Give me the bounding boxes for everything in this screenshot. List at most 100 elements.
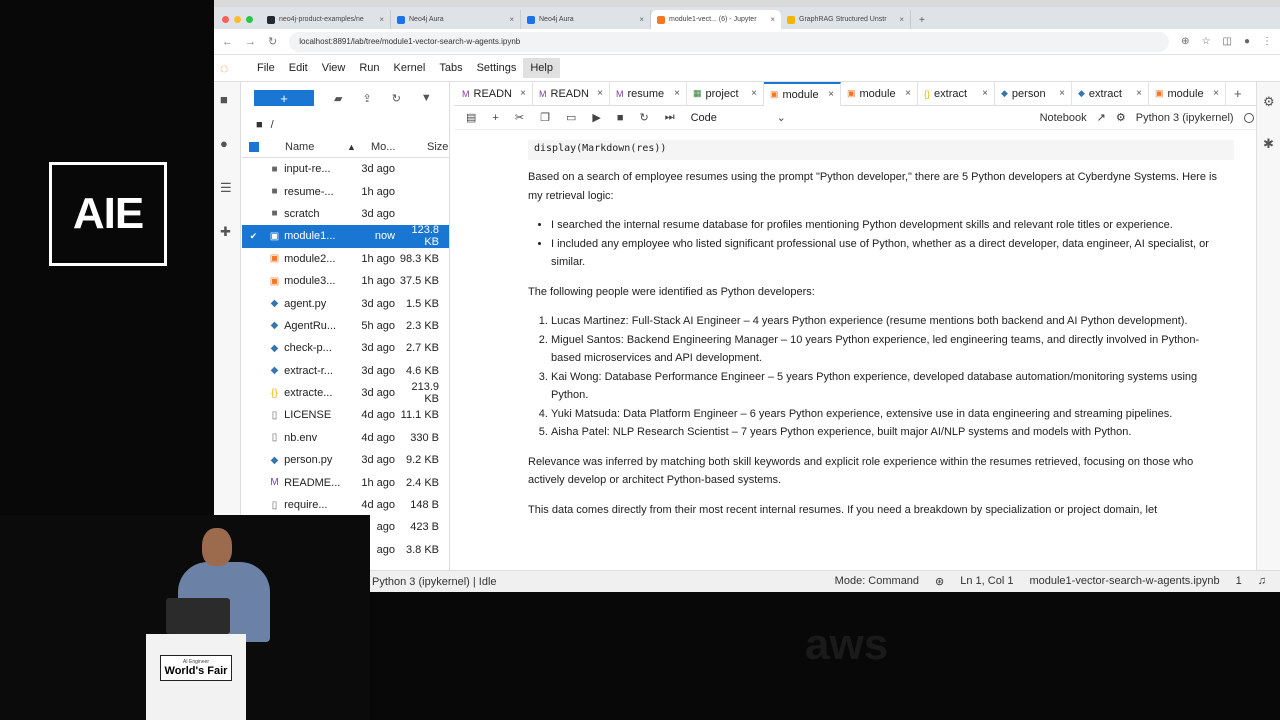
close-tab-icon[interactable]: ×	[1213, 88, 1219, 99]
cell-type-select[interactable]: Code	[691, 112, 761, 124]
close-window-icon[interactable]	[222, 16, 229, 23]
close-tab-icon[interactable]: ×	[639, 15, 644, 24]
running-kernels-icon[interactable]: ●	[220, 136, 228, 151]
bookmark-star-icon[interactable]: ☆	[1202, 36, 1211, 47]
close-tab-icon[interactable]: ×	[905, 88, 911, 99]
file-row[interactable]: ◆ AgentRu... 5h ago 2.3 KB	[242, 315, 449, 337]
property-inspector-icon[interactable]: ⚙	[1263, 94, 1275, 110]
menu-tabs[interactable]: Tabs	[432, 58, 469, 78]
new-launcher-button[interactable]: +	[254, 90, 314, 106]
notebook-label[interactable]: Notebook	[1040, 112, 1087, 124]
sort-ascending-icon[interactable]: ▲	[347, 142, 371, 152]
browser-tab[interactable]: Neo4j Aura ×	[391, 10, 521, 29]
restart-icon[interactable]: ↻	[639, 111, 648, 124]
home-folder-icon[interactable]: ■	[256, 119, 263, 131]
kernel-name[interactable]: Python 3 (ipykernel)	[1136, 112, 1234, 124]
row-checkbox[interactable]: ✔	[242, 231, 265, 242]
menu-kernel[interactable]: Kernel	[387, 58, 433, 78]
browser-tab[interactable]: neo4j-product-examples/ne ×	[261, 10, 391, 29]
file-row[interactable]: ▯ nb.env 4d ago 330 B	[242, 427, 449, 449]
document-tab[interactable]: ◆ person ×	[995, 81, 1072, 106]
new-launcher-icon[interactable]: +	[1226, 86, 1250, 101]
zoom-icon[interactable]: ⊕	[1181, 36, 1189, 47]
menu-help[interactable]: Help	[523, 58, 560, 78]
table-of-contents-icon[interactable]: ☰	[220, 180, 232, 196]
forward-icon[interactable]: →	[245, 36, 256, 48]
url-input[interactable]	[289, 31, 1170, 52]
modified-column-header[interactable]: Mo...	[371, 141, 427, 153]
extensions-puzzle-icon[interactable]: ✚	[220, 224, 231, 240]
code-cell[interactable]: display(Markdown(res))	[528, 140, 1234, 160]
document-tab[interactable]: M READN ×	[456, 81, 533, 106]
file-row[interactable]: ◆ extract-r... 3d ago 4.6 KB	[242, 360, 449, 382]
close-tab-icon[interactable]: ×	[597, 88, 603, 99]
menu-view[interactable]: View	[315, 58, 353, 78]
document-tab[interactable]: M READN ×	[533, 81, 610, 106]
document-tab[interactable]: {} extract ×	[918, 81, 995, 106]
size-column-header[interactable]: Size	[427, 141, 448, 153]
maximize-window-icon[interactable]	[246, 16, 253, 23]
close-tab-icon[interactable]: ×	[751, 88, 757, 99]
kernel-settings-icon[interactable]: ⚙	[1116, 111, 1126, 124]
cursor-position[interactable]: Ln 1, Col 1	[960, 575, 1013, 588]
save-icon[interactable]: ▤	[466, 111, 476, 124]
run-icon[interactable]: ▶	[592, 111, 600, 124]
close-tab-icon[interactable]: ×	[509, 15, 514, 24]
file-row[interactable]: ◆ check-p... 3d ago 2.7 KB	[242, 337, 449, 359]
filter-icon[interactable]: ▼	[421, 92, 432, 104]
debugger-icon[interactable]: ✱	[1263, 136, 1274, 152]
document-tab[interactable]: ▣ module ×	[764, 81, 841, 106]
extensions-icon[interactable]: ◫	[1223, 36, 1232, 47]
file-row[interactable]: ▣ module2... 1h ago 98.3 KB	[242, 248, 449, 270]
stop-icon[interactable]: ■	[617, 112, 624, 124]
copy-icon[interactable]: ❐	[540, 111, 550, 124]
browser-tab[interactable]: GraphRAG Structured Unstr ×	[781, 10, 911, 29]
menu-settings[interactable]: Settings	[470, 58, 524, 78]
minimize-window-icon[interactable]	[234, 16, 241, 23]
new-tab-icon[interactable]: +	[911, 15, 933, 29]
document-tab[interactable]: ▣ module ×	[1149, 81, 1226, 106]
file-row[interactable]: ▯ LICENSE 4d ago 11.1 KB	[242, 404, 449, 426]
cut-icon[interactable]: ✂	[515, 111, 524, 124]
refresh-icon[interactable]: ↻	[392, 92, 401, 105]
document-tab[interactable]: ▦ project ×	[687, 81, 764, 106]
notification-bell-icon[interactable]: ♫	[1258, 575, 1266, 588]
file-row[interactable]: ■ scratch 3d ago	[242, 203, 449, 225]
notebook-content[interactable]: display(Markdown(res)) Based on a search…	[454, 132, 1244, 568]
chevron-down-icon[interactable]: ⌄	[777, 111, 786, 124]
profile-icon[interactable]: ●	[1244, 36, 1250, 47]
file-row[interactable]: ◆ person.py 3d ago 9.2 KB	[242, 449, 449, 471]
upload-icon[interactable]: ⇪	[362, 92, 371, 105]
file-row[interactable]: ■ input-re... 3d ago	[242, 158, 449, 180]
insert-cell-icon[interactable]: +	[492, 112, 498, 124]
close-tab-icon[interactable]: ×	[674, 88, 680, 99]
new-folder-icon[interactable]: ▰	[334, 92, 342, 105]
close-tab-icon[interactable]: ×	[899, 15, 904, 24]
file-row[interactable]: ▯ require... 4d ago 148 B	[242, 494, 449, 516]
file-row[interactable]: M README... 1h ago 2.4 KB	[242, 471, 449, 493]
file-row[interactable]: ■ resume-... 1h ago	[242, 180, 449, 202]
back-icon[interactable]: ←	[222, 36, 233, 48]
menu-file[interactable]: File	[250, 58, 282, 78]
open-external-icon[interactable]: ↗	[1097, 111, 1106, 124]
select-all-checkbox[interactable]	[249, 141, 259, 152]
reload-icon[interactable]: ↻	[268, 35, 277, 48]
file-browser-icon[interactable]: ■	[220, 92, 228, 107]
close-tab-icon[interactable]: ×	[1136, 88, 1142, 99]
document-tab[interactable]: ▣ module ×	[841, 81, 918, 106]
breadcrumb-root[interactable]: /	[271, 119, 274, 131]
paste-icon[interactable]: ▭	[566, 111, 576, 124]
close-tab-icon[interactable]: ×	[770, 15, 775, 24]
file-row[interactable]: ✔ ▣ module1... now 123.8 KB	[242, 224, 449, 248]
more-menu-icon[interactable]: ⋮	[1262, 36, 1272, 47]
menu-edit[interactable]: Edit	[282, 58, 315, 78]
browser-tab[interactable]: module1-vect... (6) - Jupyter ×	[651, 10, 781, 29]
close-tab-icon[interactable]: ×	[520, 88, 526, 99]
run-all-icon[interactable]: ⏭	[665, 111, 675, 124]
document-tab[interactable]: ◆ extract ×	[1072, 81, 1149, 106]
file-row[interactable]: ▣ module3... 1h ago 37.5 KB	[242, 270, 449, 292]
document-tab[interactable]: Mresume ×	[610, 81, 687, 106]
close-tab-icon[interactable]: ×	[982, 88, 988, 99]
close-tab-icon[interactable]: ×	[379, 15, 384, 24]
browser-tab[interactable]: Neo4j Aura ×	[521, 10, 651, 29]
